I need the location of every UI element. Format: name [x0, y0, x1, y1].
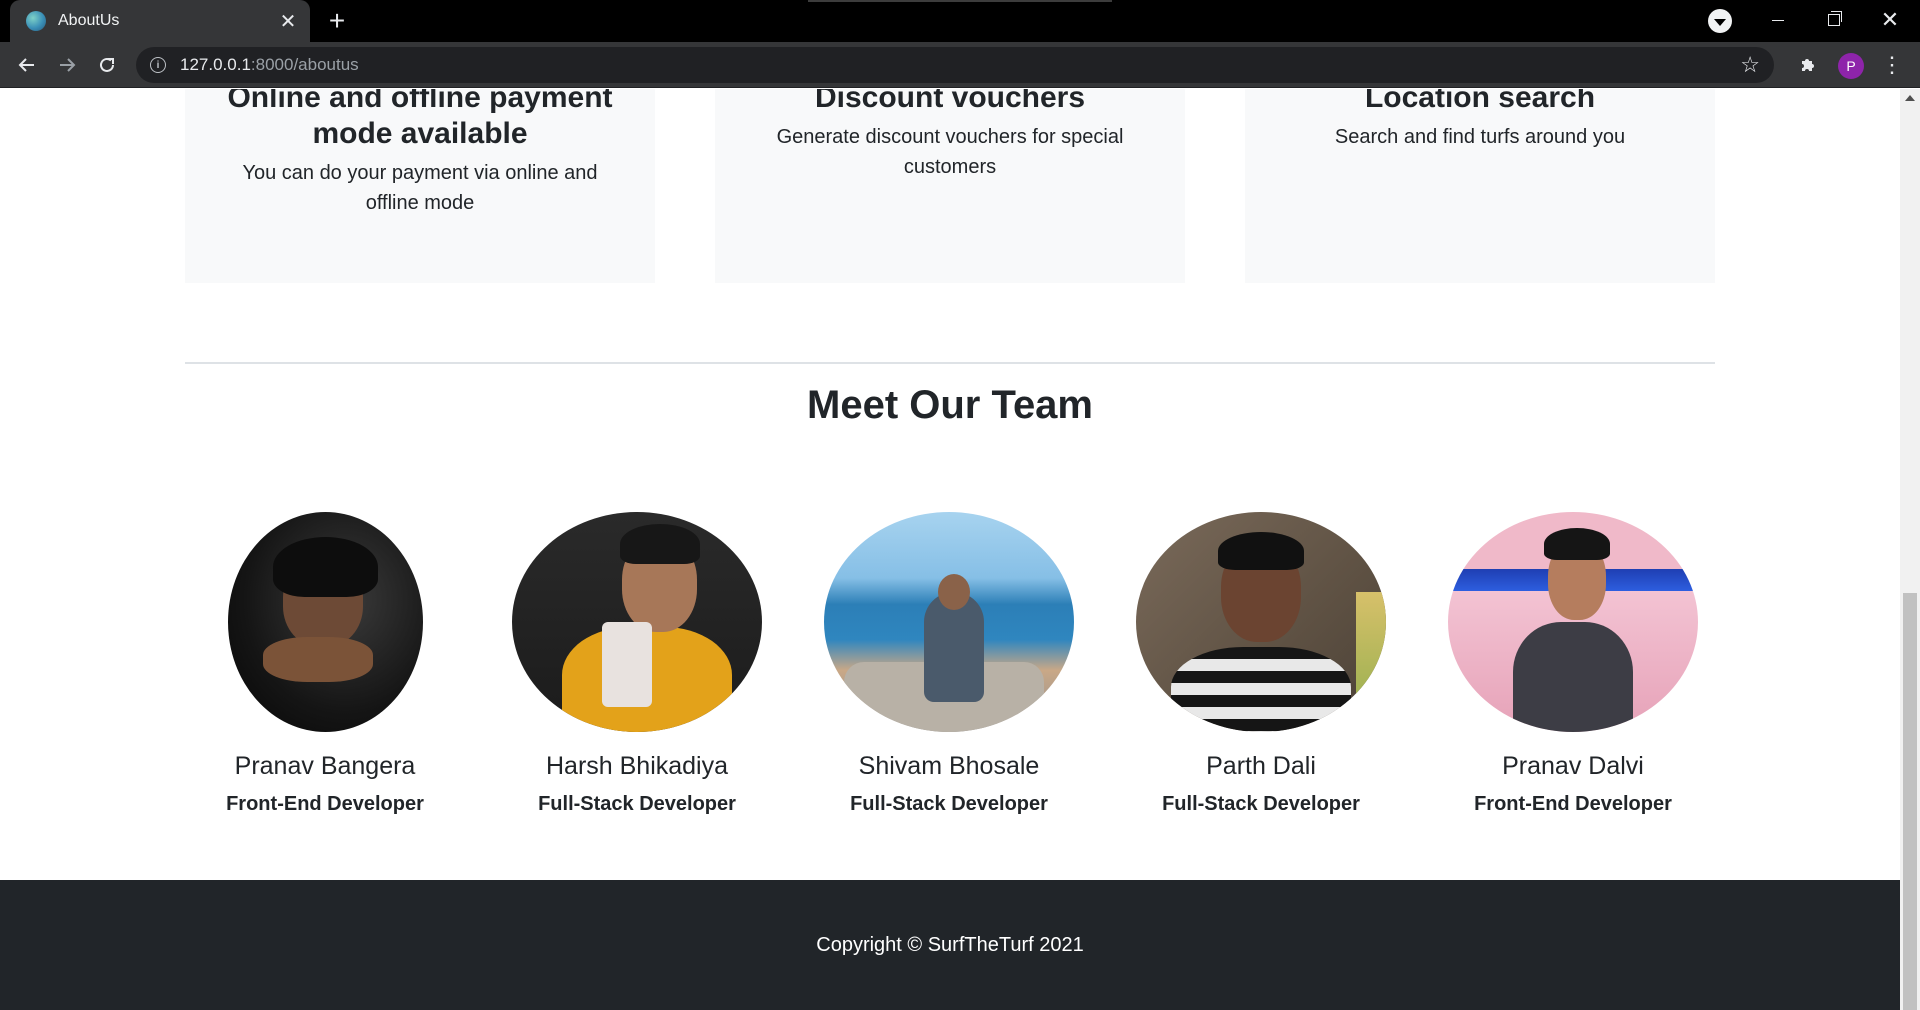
- team-member-card: Pranav Dalvi Front-End Developer: [1448, 512, 1698, 816]
- team-member-card: Harsh Bhikadiya Full-Stack Developer: [512, 512, 762, 816]
- team-member-card: Parth Dali Full-Stack Developer: [1136, 512, 1386, 816]
- feature-card: Discount vouchers Generate discount vouc…: [715, 89, 1185, 283]
- team-member-name: Pranav Bangera: [234, 752, 416, 780]
- page-footer: Copyright © SurfTheTurf 2021: [0, 880, 1900, 1010]
- globe-favicon-icon: [26, 11, 46, 31]
- page-viewport: Online and offline payment mode availabl…: [0, 89, 1900, 1010]
- team-member-card: Shivam Bhosale Full-Stack Developer: [824, 512, 1074, 816]
- forward-button[interactable]: [52, 50, 82, 80]
- team-member-name: Shivam Bhosale: [858, 752, 1040, 780]
- team-member-name: Harsh Bhikadiya: [545, 752, 729, 780]
- team-member-role: Front-End Developer: [1474, 793, 1672, 815]
- kebab-menu-icon[interactable]: ⋮: [1880, 52, 1904, 77]
- address-bar[interactable]: i 127.0.0.1:8000/aboutus ☆: [136, 47, 1774, 83]
- arrow-right-icon: [60, 58, 76, 72]
- features-section: Online and offline payment mode availabl…: [185, 89, 1715, 283]
- team-member-name: Parth Dali: [1206, 752, 1316, 780]
- window-restore-button[interactable]: [1806, 0, 1862, 40]
- drag-region-indicator: [808, 0, 1112, 2]
- team-member-photo: [1136, 512, 1386, 732]
- new-tab-button[interactable]: +: [322, 5, 352, 36]
- team-member-role: Front-End Developer: [226, 793, 424, 815]
- back-button[interactable]: [12, 50, 42, 80]
- window-close-button[interactable]: ✕: [1862, 0, 1918, 40]
- page-scrollbar[interactable]: [1900, 89, 1920, 1010]
- arrow-left-icon: [18, 58, 34, 72]
- browser-titlebar: AboutUs ✕ + ✕: [0, 0, 1920, 42]
- url-path: :8000/aboutus: [250, 55, 359, 74]
- feature-description: Generate discount vouchers for special c…: [776, 126, 1124, 178]
- profile-avatar[interactable]: P: [1838, 53, 1864, 79]
- team-member-card: Pranav Bangera Front-End Developer: [200, 512, 450, 816]
- scrollbar-thumb[interactable]: [1903, 593, 1917, 1010]
- feature-description: Search and find turfs around you: [1334, 126, 1626, 148]
- feature-card: Location search Search and find turfs ar…: [1245, 89, 1715, 283]
- team-member-photo: [512, 512, 762, 732]
- tab-title: AboutUs: [58, 12, 120, 29]
- reload-icon: [100, 57, 114, 72]
- browser-tab-active[interactable]: AboutUs ✕: [10, 0, 310, 42]
- reload-button[interactable]: [92, 50, 122, 80]
- copyright-text: Copyright © SurfTheTurf 2021: [816, 933, 1084, 956]
- url-host: 127.0.0.1: [180, 55, 251, 74]
- team-member-photo: [227, 512, 423, 732]
- browser-toolbar: i 127.0.0.1:8000/aboutus ☆ P ⋮: [0, 42, 1920, 88]
- puzzle-icon[interactable]: [1796, 53, 1820, 77]
- team-member-photo: [824, 512, 1074, 732]
- feature-card: Online and offline payment mode availabl…: [185, 89, 655, 283]
- star-icon[interactable]: ☆: [1740, 52, 1760, 78]
- info-icon[interactable]: i: [150, 57, 166, 73]
- feature-title: Location search: [1364, 89, 1596, 114]
- tab-search-icon[interactable]: [1708, 9, 1732, 33]
- feature-description: You can do your payment via online and o…: [242, 162, 598, 214]
- team-member-role: Full-Stack Developer: [538, 793, 736, 815]
- restore-icon: [1828, 11, 1842, 26]
- team-member-role: Full-Stack Developer: [850, 793, 1048, 815]
- section-divider: [185, 362, 1715, 364]
- team-member-photo: [1448, 512, 1698, 732]
- team-member-name: Pranav Dalvi: [1502, 752, 1644, 780]
- team-heading: Meet Our Team: [807, 383, 1093, 427]
- feature-title: Online and offline payment mode availabl…: [227, 89, 613, 150]
- scroll-up-arrow-icon[interactable]: [1905, 95, 1915, 101]
- tab-close-icon[interactable]: ✕: [278, 11, 298, 33]
- window-minimize-button[interactable]: [1750, 0, 1806, 40]
- feature-title: Discount vouchers: [814, 89, 1086, 114]
- close-icon: ✕: [1880, 7, 1900, 32]
- team-member-role: Full-Stack Developer: [1162, 793, 1360, 815]
- minimize-icon: [1772, 19, 1784, 21]
